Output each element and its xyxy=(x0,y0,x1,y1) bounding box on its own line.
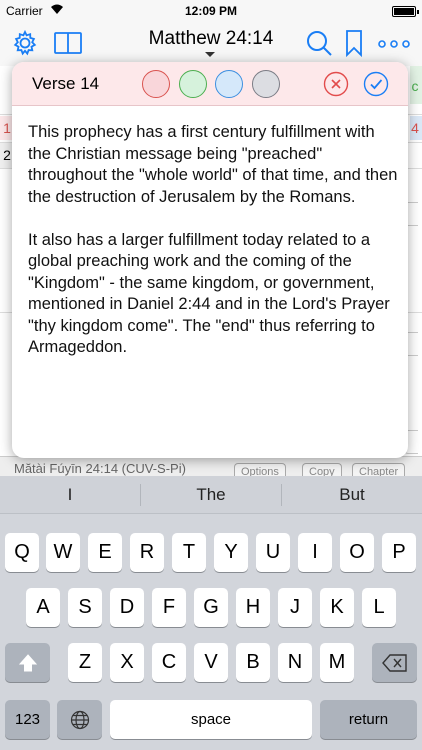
shift-icon xyxy=(18,654,37,672)
key-i[interactable]: I xyxy=(298,533,332,572)
translation-label[interactable]: Mătài Fúyīn 24:14 (CUV-S-Pi) xyxy=(14,461,186,476)
bookmark-icon[interactable] xyxy=(342,28,372,58)
key-r[interactable]: R xyxy=(130,533,164,572)
color-swatch-gray[interactable] xyxy=(252,70,280,98)
note-text-area[interactable]: This prophecy has a first century fulfil… xyxy=(28,122,400,380)
key-k[interactable]: K xyxy=(320,588,354,627)
key-j[interactable]: J xyxy=(278,588,312,627)
side-marker: c xyxy=(411,78,419,94)
delete-key[interactable] xyxy=(372,643,417,682)
key-f[interactable]: F xyxy=(152,588,186,627)
key-h[interactable]: H xyxy=(236,588,270,627)
keyboard: I The But Q W E R T Y U I O P A S D F G … xyxy=(0,476,422,750)
key-w[interactable]: W xyxy=(46,533,80,572)
key-p[interactable]: P xyxy=(382,533,416,572)
space-key[interactable]: space xyxy=(110,700,312,739)
color-swatch-green[interactable] xyxy=(179,70,207,98)
color-swatch-red[interactable] xyxy=(142,70,170,98)
globe-icon xyxy=(70,710,89,730)
globe-key[interactable] xyxy=(57,700,102,739)
key-n[interactable]: N xyxy=(278,643,312,682)
key-l[interactable]: L xyxy=(362,588,396,627)
key-x[interactable]: X xyxy=(110,643,144,682)
more-icon[interactable] xyxy=(376,28,412,58)
key-y[interactable]: Y xyxy=(214,533,248,572)
suggestion-item[interactable]: But xyxy=(282,476,422,514)
key-e[interactable]: E xyxy=(88,533,122,572)
checkmark-icon[interactable] xyxy=(363,71,389,97)
key-z[interactable]: Z xyxy=(68,643,102,682)
verse-note-popup: Verse 14 This prophecy has a first centu… xyxy=(12,62,408,458)
suggestion-item[interactable]: The xyxy=(141,476,281,514)
key-u[interactable]: U xyxy=(256,533,290,572)
battery-icon xyxy=(392,6,419,17)
key-m[interactable]: M xyxy=(320,643,354,682)
key-b[interactable]: B xyxy=(236,643,270,682)
note-paragraph: It also has a larger fulfillment today r… xyxy=(28,230,390,357)
close-icon[interactable] xyxy=(323,71,349,97)
shift-key[interactable] xyxy=(5,643,50,682)
status-bar: Carrier 12:09 PM xyxy=(0,0,422,22)
verse-label: Verse 14 xyxy=(32,74,100,93)
chevron-down-icon[interactable] xyxy=(205,52,215,57)
key-t[interactable]: T xyxy=(172,533,206,572)
key-c[interactable]: C xyxy=(152,643,186,682)
color-swatch-blue[interactable] xyxy=(215,70,243,98)
key-o[interactable]: O xyxy=(340,533,374,572)
backspace-icon xyxy=(381,654,407,672)
return-key[interactable]: return xyxy=(320,700,417,739)
key-s[interactable]: S xyxy=(68,588,102,627)
suggestion-item[interactable]: I xyxy=(0,476,140,514)
key-d[interactable]: D xyxy=(110,588,144,627)
status-time: 12:09 PM xyxy=(184,4,238,18)
translation-footer: Mătài Fúyīn 24:14 (CUV-S-Pi) Options Cop… xyxy=(0,456,422,479)
nav-bar: Matthew 24:14 xyxy=(0,22,422,66)
suggestion-bar: I The But xyxy=(0,476,422,514)
note-paragraph: This prophecy has a first century fulfil… xyxy=(28,123,398,206)
popup-header: Verse 14 xyxy=(12,62,408,106)
search-icon[interactable] xyxy=(304,28,334,58)
side-marker: 4 xyxy=(411,120,419,136)
key-a[interactable]: A xyxy=(26,588,60,627)
key-q[interactable]: Q xyxy=(5,533,39,572)
key-v[interactable]: V xyxy=(194,643,228,682)
numbers-key[interactable]: 123 xyxy=(5,700,50,739)
key-g[interactable]: G xyxy=(194,588,228,627)
